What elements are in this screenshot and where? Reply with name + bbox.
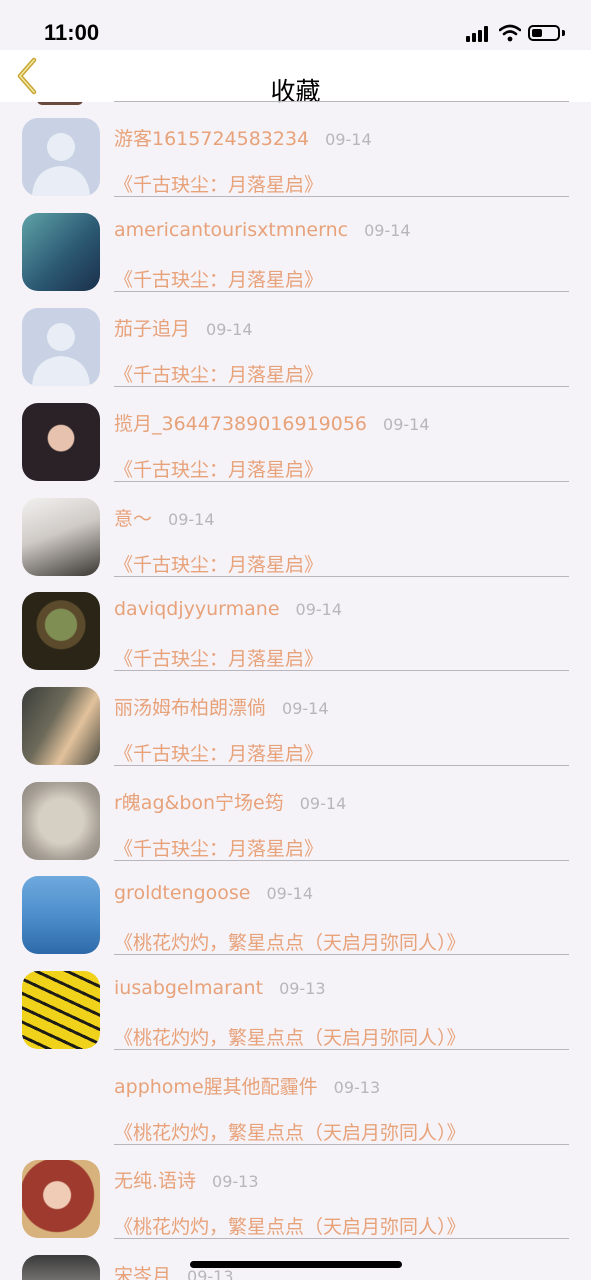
avatar[interactable] [22,782,100,860]
nav-bar: 收藏 [0,50,591,106]
user-name[interactable]: iusabgelmarant 09-13 [114,977,326,999]
favorites-list[interactable]: 游客1615724583234 09-14 《千古玦尘：月落星启》 america… [0,102,591,1280]
work-title[interactable]: 《桃花灼灼，繁星点点（天启月弥同人）》 [114,1023,466,1050]
work-title[interactable]: 《千古玦尘：月落星启》 [114,834,323,861]
user-name[interactable]: apphome腥其他配霾件 09-13 [114,1072,380,1099]
favorite-date: 09-14 [325,130,372,149]
favorite-date: 09-13 [187,1267,234,1280]
list-item[interactable]: 游客1615724583234 09-14 《千古玦尘：月落星启》 [0,102,591,197]
list-item[interactable]: americantourisxtmnernc 09-14 《千古玦尘：月落星启》 [0,197,591,292]
status-bar: 11:00 [0,0,591,50]
avatar[interactable] [22,971,100,1049]
list-item[interactable]: daviqdjyyurmane 09-14 《千古玦尘：月落星启》 [0,576,591,671]
user-name[interactable]: r魄ag&bon宁场e筠 09-14 [114,788,346,815]
favorite-date: 09-14 [266,884,314,903]
page-title: 收藏 [270,77,321,106]
list-item[interactable]: 茄子追月 09-14 《千古玦尘：月落星启》 [0,292,591,387]
work-title[interactable]: 《桃花灼灼，繁星点点（天启月弥同人）》 [114,928,466,955]
favorite-date: 09-13 [212,1172,259,1191]
avatar[interactable] [22,1066,100,1144]
list-item[interactable]: 宋岑月 09-13 [0,1239,591,1280]
battery-icon [528,25,560,41]
favorite-date: 09-14 [206,320,253,339]
avatar[interactable] [22,1255,100,1280]
user-name[interactable]: 游客1615724583234 09-14 [114,124,372,151]
list-item[interactable]: groldtengoose 09-14 《桃花灼灼，繁星点点（天启月弥同人）》 [0,860,591,955]
list-item[interactable]: iusabgelmarant 09-13 《桃花灼灼，繁星点点（天启月弥同人）》 [0,955,591,1050]
cellular-signal-icon [466,26,490,42]
avatar[interactable] [22,876,100,954]
work-title[interactable]: 《千古玦尘：月落星启》 [114,644,323,671]
avatar[interactable] [22,498,100,576]
wifi-icon [499,24,521,42]
user-name[interactable]: daviqdjyyurmane 09-14 [114,598,342,620]
user-name[interactable]: 揽月_36447389016919056 09-14 [114,409,430,436]
work-title[interactable]: 《桃花灼灼，繁星点点（天启月弥同人）》 [114,1212,466,1239]
work-title[interactable]: 《桃花灼灼，繁星点点（天启月弥同人）》 [114,1118,466,1145]
list-item[interactable]: 丽汤姆布柏朗漂倘 09-14 《千古玦尘：月落星启》 [0,671,591,766]
favorite-date: 09-14 [383,415,430,434]
avatar[interactable] [22,1160,100,1238]
favorite-date: 09-13 [333,1078,381,1097]
list-item[interactable]: 意～ 09-14 《千古玦尘：月落星启》 [0,482,591,577]
user-name[interactable]: americantourisxtmnernc 09-14 [114,219,411,241]
work-title[interactable]: 《千古玦尘：月落星启》 [114,550,323,577]
favorite-date: 09-14 [299,794,347,813]
user-name[interactable]: 意～ 09-14 [114,504,215,531]
divider [114,101,569,102]
avatar[interactable] [22,403,100,481]
list-item[interactable]: r魄ag&bon宁场e筠 09-14 《千古玦尘：月落星启》 [0,766,591,861]
avatar[interactable] [22,592,100,670]
favorite-date: 09-13 [279,979,326,998]
work-title[interactable]: 《千古玦尘：月落星启》 [114,455,323,482]
user-name[interactable]: groldtengoose 09-14 [114,882,313,904]
work-title[interactable]: 《千古玦尘：月落星启》 [114,170,323,197]
favorite-date: 09-14 [295,600,343,619]
default-avatar[interactable] [22,308,100,386]
favorite-date: 09-14 [282,699,329,718]
user-name[interactable]: 丽汤姆布柏朗漂倘 09-14 [114,693,329,720]
list-item[interactable]: 揽月_36447389016919056 09-14 《千古玦尘：月落星启》 [0,387,591,482]
user-name[interactable]: 无纯.语诗 09-13 [114,1166,259,1193]
favorite-date: 09-14 [168,510,215,529]
user-name[interactable]: 茄子追月 09-14 [114,314,253,341]
home-indicator[interactable] [190,1261,402,1268]
favorite-date: 09-14 [364,221,411,240]
avatar[interactable] [22,213,100,291]
list-item[interactable]: apphome腥其他配霾件 09-13 《桃花灼灼，繁星点点（天启月弥同人）》 [0,1050,591,1145]
list-item[interactable]: 无纯.语诗 09-13 《桃花灼灼，繁星点点（天启月弥同人）》 [0,1144,591,1239]
work-title[interactable]: 《千古玦尘：月落星启》 [114,739,323,766]
work-title[interactable]: 《千古玦尘：月落星启》 [114,360,323,387]
default-avatar[interactable] [22,118,100,196]
status-time: 11:00 [44,20,100,45]
avatar[interactable] [22,687,100,765]
work-title[interactable]: 《千古玦尘：月落星启》 [114,265,323,292]
